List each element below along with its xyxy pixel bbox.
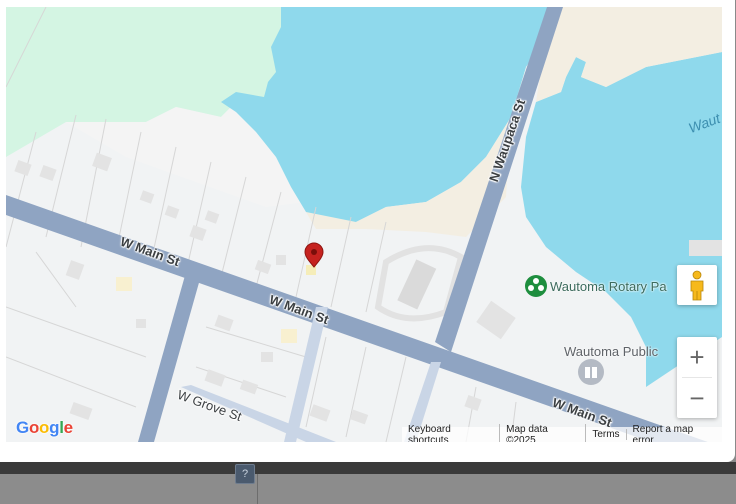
poi-public-library[interactable]: Wautoma Public [564, 344, 658, 359]
map-viewport[interactable]: W Main St W Main St W Main St N Waupaca … [6, 7, 722, 442]
report-map-error-link[interactable]: Report a map error [627, 424, 722, 443]
terms-link[interactable]: Terms [586, 429, 627, 440]
map-data-text: Map data ©2025 [500, 423, 587, 442]
zoom-control: + − [677, 337, 717, 418]
google-logo[interactable]: Google [16, 418, 73, 438]
map-canvas [6, 7, 722, 442]
toolbar-divider [257, 474, 258, 504]
poi-rotary-park[interactable]: Wautoma Rotary Pa [550, 279, 667, 294]
zoom-out-button[interactable]: − [677, 378, 717, 418]
keyboard-shortcuts-link[interactable]: Keyboard shortcuts [402, 423, 501, 442]
map-dialog: W Main St W Main St W Main St N Waupaca … [0, 0, 735, 462]
zoom-in-button[interactable]: + [677, 337, 717, 377]
toolbar-top-strip [0, 462, 736, 474]
street-view-pegman[interactable] [677, 265, 717, 305]
help-button[interactable]: ? [235, 464, 255, 484]
pegman-icon [690, 270, 704, 301]
bottom-toolbar [0, 462, 736, 504]
map-attribution: Keyboard shortcuts Map data ©2025 Terms … [402, 423, 722, 443]
